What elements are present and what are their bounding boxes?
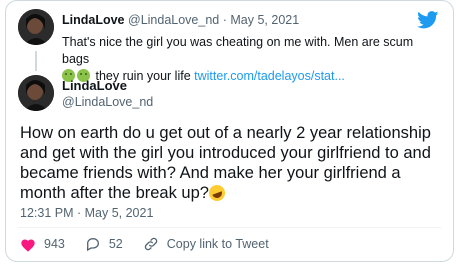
quoted-header: LindaLove @LindaLove_nd · May 5, 2021 — [62, 13, 299, 27]
copy-link-label: Copy link to Tweet — [166, 237, 269, 251]
reply-button[interactable]: 52 — [85, 236, 123, 252]
quoted-name[interactable]: LindaLove — [62, 13, 125, 27]
quoted-separator: · — [222, 13, 227, 27]
link-icon — [144, 237, 157, 251]
thread-line — [35, 51, 37, 71]
author-handle[interactable]: @LindaLove_nd — [62, 95, 153, 109]
twitter-bird-icon[interactable] — [417, 11, 439, 29]
main-avatar[interactable] — [18, 75, 54, 111]
copy-link-button[interactable]: Copy link to Tweet — [143, 236, 269, 252]
heart-icon — [21, 239, 35, 252]
quoted-text-start: That's nice the girl you was cheating on… — [62, 35, 414, 66]
action-bar: 943 52 Copy link to Tweet — [20, 236, 289, 252]
quoted-date[interactable]: May 5, 2021 — [230, 13, 299, 27]
divider — [18, 227, 441, 228]
quoted-avatar[interactable] — [18, 9, 54, 45]
tweet-body: How on earth do u get out of a nearly 2 … — [20, 124, 431, 202]
quoted-handle[interactable]: @LindaLove_nd — [128, 13, 219, 27]
reply-icon — [86, 237, 99, 252]
tweet-timestamp[interactable]: 12:31 PM · May 5, 2021 — [20, 206, 153, 220]
tweet-text: How on earth do u get out of a nearly 2 … — [20, 123, 445, 204]
like-count: 943 — [44, 237, 65, 251]
author-name[interactable]: LindaLove — [62, 78, 127, 93]
reply-count: 52 — [108, 237, 123, 251]
tweet-card: LindaLove @LindaLove_nd · May 5, 2021 Th… — [5, 0, 454, 262]
like-button[interactable]: 943 — [20, 237, 65, 252]
quoted-link[interactable]: twitter.com/tadelayos/stat... — [194, 69, 345, 83]
rolling-laughing-emoji — [206, 182, 228, 204]
